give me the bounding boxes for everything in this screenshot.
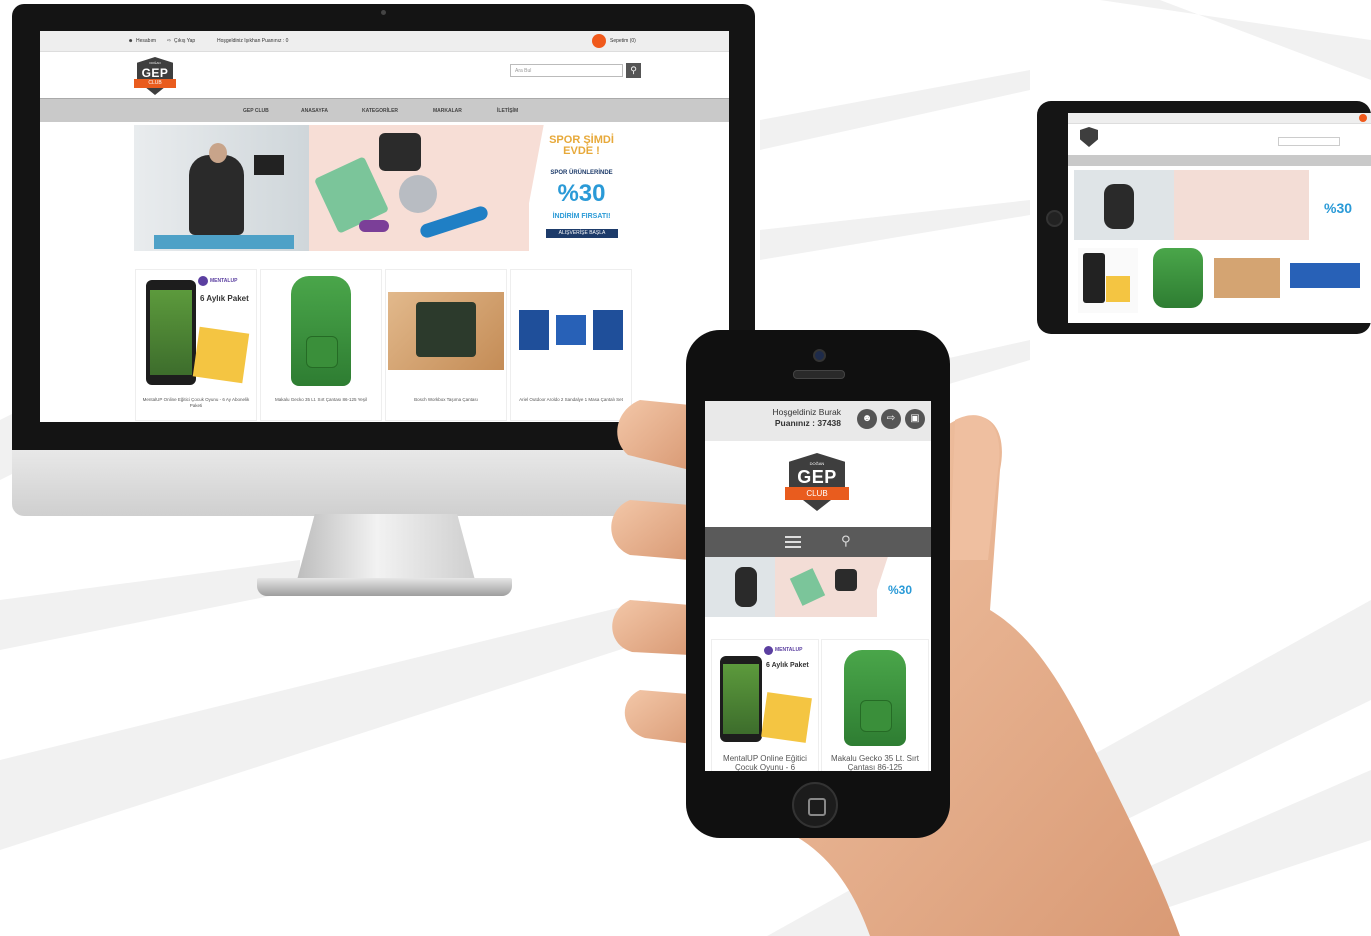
product-image-phone: [720, 656, 762, 742]
search-icon[interactable]: ⚲: [841, 533, 851, 549]
mentalup-logo-icon: [764, 646, 773, 655]
gep-club-logo[interactable]: DOĞAN GEP CLUB: [785, 453, 849, 511]
phone-topbar: Hoşgeldiniz Burak Puanınız : 37438 ☻ ⇨ ▣: [705, 401, 931, 441]
phone-camera: [813, 349, 826, 362]
points-text: Puanınız : 37438: [774, 418, 841, 428]
greeting-name: Hoşgeldiniz Burak: [772, 407, 841, 417]
phone-home-button: [792, 782, 838, 828]
cart-icon[interactable]: ▣: [905, 409, 925, 429]
product-image-backpack: [844, 650, 906, 746]
product-badge-sub: 6 Aylık Paket: [766, 662, 809, 669]
phone-nav: ⚲: [705, 527, 931, 557]
product-image-cards: [761, 692, 812, 743]
phone-banner[interactable]: %30: [705, 557, 931, 617]
phone-greeting: Hoşgeldiniz Burak Puanınız : 37438: [735, 407, 841, 429]
product-badge: MENTALUP: [775, 647, 803, 653]
account-icon[interactable]: ☻: [857, 409, 877, 429]
product-name[interactable]: MentalUP Online Eğitici Çocuk Oyunu - 6: [712, 754, 818, 771]
phone-banner-discount: %30: [888, 583, 913, 597]
phone-screen: Hoşgeldiniz Burak Puanınız : 37438 ☻ ⇨ ▣…: [705, 401, 931, 771]
product-card[interactable]: Makalu Gecko 35 Lt. Sırt Çantası 86-125: [821, 639, 929, 771]
product-card[interactable]: MENTALUP 6 Aylık Paket MentalUP Online E…: [711, 639, 819, 771]
menu-icon[interactable]: [785, 536, 801, 538]
smartphone-device: Hoşgeldiniz Burak Puanınız : 37438 ☻ ⇨ ▣…: [686, 330, 950, 838]
logout-icon[interactable]: ⇨: [881, 409, 901, 429]
phone-speaker: [793, 370, 845, 379]
product-name[interactable]: Makalu Gecko 35 Lt. Sırt Çantası 86-125: [822, 754, 928, 771]
